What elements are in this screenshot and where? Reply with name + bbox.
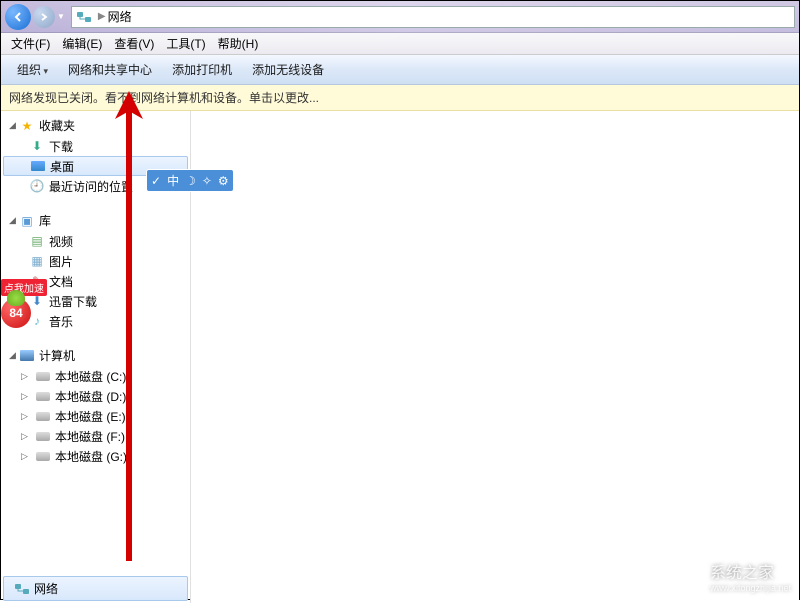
expand-icon: ▷ bbox=[21, 391, 31, 402]
disk-e-label: 本地磁盘 (E:) bbox=[55, 408, 126, 425]
nav-forward-button[interactable] bbox=[33, 6, 55, 28]
sidebar-item-disk-g[interactable]: ▷ 本地磁盘 (G:) bbox=[1, 446, 190, 466]
computer-header[interactable]: ◢ 计算机 bbox=[1, 345, 190, 366]
command-bar: 组织 网络和共享中心 添加打印机 添加无线设备 bbox=[1, 55, 799, 85]
sidebar-item-pictures[interactable]: ▦ 图片 bbox=[1, 251, 190, 271]
video-icon: ▤ bbox=[29, 233, 45, 249]
video-label: 视频 bbox=[49, 233, 73, 250]
network-group: 网络 bbox=[1, 574, 190, 603]
collapse-icon: ◢ bbox=[9, 120, 19, 131]
accelerator-badge[interactable]: 点我加速 84 bbox=[1, 279, 47, 328]
disk-icon bbox=[35, 388, 51, 404]
libraries-header[interactable]: ◢ ▣ 库 bbox=[1, 210, 190, 231]
expand-icon: ▷ bbox=[21, 451, 31, 462]
disk-f-label: 本地磁盘 (F:) bbox=[55, 428, 125, 445]
disk-icon bbox=[35, 368, 51, 384]
info-bar-message: 网络发现已关闭。看不到网络计算机和设备。单击以更改... bbox=[9, 91, 319, 105]
menu-bar: 文件(F) 编辑(E) 查看(V) 工具(T) 帮助(H) bbox=[1, 33, 799, 55]
star-icon: ★ bbox=[19, 118, 35, 134]
watermark: 系统之家 www.xitongzhijia.net bbox=[682, 559, 791, 593]
network-icon bbox=[14, 581, 30, 597]
watermark-url: www.xitongzhijia.net bbox=[710, 583, 791, 593]
sidebar-item-disk-d[interactable]: ▷ 本地磁盘 (D:) bbox=[1, 386, 190, 406]
watermark-text: 系统之家 bbox=[710, 565, 774, 582]
add-printer-button[interactable]: 添加打印机 bbox=[162, 58, 242, 81]
accelerator-number: 84 bbox=[9, 306, 22, 320]
collapse-icon: ◢ bbox=[9, 350, 19, 361]
desktop-icon bbox=[30, 158, 46, 174]
address-location: 网络 bbox=[108, 8, 132, 25]
documents-label: 文档 bbox=[49, 273, 73, 290]
recent-icon: 🕘 bbox=[29, 178, 45, 194]
xunlei-label: 迅雷下载 bbox=[49, 293, 97, 310]
disk-icon bbox=[35, 448, 51, 464]
sidebar-item-network[interactable]: 网络 bbox=[3, 576, 188, 601]
nav-history-dropdown[interactable]: ▼ bbox=[57, 12, 65, 21]
address-bar[interactable]: ▶ 网络 bbox=[71, 6, 795, 28]
sidebar-item-video[interactable]: ▤ 视频 bbox=[1, 231, 190, 251]
sidebar-item-disk-e[interactable]: ▷ 本地磁盘 (E:) bbox=[1, 406, 190, 426]
content-pane bbox=[191, 111, 799, 603]
floating-toolbar[interactable]: ✓ 中 ☽ ✧ ⚙ bbox=[146, 169, 234, 192]
disk-d-label: 本地磁盘 (D:) bbox=[55, 388, 126, 405]
computer-group: ◢ 计算机 ▷ 本地磁盘 (C:) ▷ 本地磁盘 (D:) ▷ 本地磁盘 (E:… bbox=[1, 345, 190, 466]
disk-g-label: 本地磁盘 (G:) bbox=[55, 448, 127, 465]
expand-icon: ▷ bbox=[21, 371, 31, 382]
sidebar-item-disk-c[interactable]: ▷ 本地磁盘 (C:) bbox=[1, 366, 190, 386]
computer-label: 计算机 bbox=[39, 347, 75, 364]
nav-back-button[interactable] bbox=[5, 4, 31, 30]
expand-icon: ▷ bbox=[21, 431, 31, 442]
music-label: 音乐 bbox=[49, 313, 73, 330]
sidebar-item-downloads[interactable]: ⬇ 下载 bbox=[1, 136, 190, 156]
expand-icon: ▷ bbox=[21, 411, 31, 422]
library-icon: ▣ bbox=[19, 213, 35, 229]
sidebar-item-disk-f[interactable]: ▷ 本地磁盘 (F:) bbox=[1, 426, 190, 446]
downloads-label: 下载 bbox=[49, 138, 73, 155]
titlebar: ▼ ▶ 网络 bbox=[1, 1, 799, 33]
collapse-icon: ◢ bbox=[9, 215, 19, 226]
house-icon bbox=[682, 566, 704, 586]
computer-icon bbox=[19, 348, 35, 364]
menu-file[interactable]: 文件(F) bbox=[5, 33, 56, 54]
download-icon: ⬇ bbox=[29, 138, 45, 154]
menu-tools[interactable]: 工具(T) bbox=[160, 33, 211, 54]
explorer-body: ◢ ★ 收藏夹 ⬇ 下载 桌面 🕘 最近访问的位置 ◢ ▣ 库 bbox=[1, 111, 799, 603]
favorites-header[interactable]: ◢ ★ 收藏夹 bbox=[1, 115, 190, 136]
network-label: 网络 bbox=[34, 580, 58, 597]
disk-icon bbox=[35, 428, 51, 444]
disk-c-label: 本地磁盘 (C:) bbox=[55, 368, 126, 385]
widget-gear-icon[interactable]: ⚙ bbox=[218, 174, 229, 188]
add-wireless-button[interactable]: 添加无线设备 bbox=[242, 58, 334, 81]
network-sharing-center-button[interactable]: 网络和共享中心 bbox=[58, 58, 162, 81]
recent-label: 最近访问的位置 bbox=[49, 178, 133, 195]
breadcrumb-separator-icon: ▶ bbox=[98, 11, 106, 22]
pictures-label: 图片 bbox=[49, 253, 73, 270]
accelerator-ball[interactable]: 84 bbox=[1, 298, 31, 328]
libraries-label: 库 bbox=[39, 212, 51, 229]
organize-button[interactable]: 组织 bbox=[7, 58, 58, 81]
widget-sparkle-icon[interactable]: ✧ bbox=[202, 174, 212, 188]
widget-cn-toggle[interactable]: 中 bbox=[167, 172, 179, 189]
menu-help[interactable]: 帮助(H) bbox=[212, 33, 265, 54]
info-bar[interactable]: 网络发现已关闭。看不到网络计算机和设备。单击以更改... bbox=[1, 85, 799, 111]
menu-edit[interactable]: 编辑(E) bbox=[56, 33, 108, 54]
network-icon bbox=[76, 10, 92, 24]
widget-check-icon[interactable]: ✓ bbox=[151, 174, 161, 188]
widget-moon-icon[interactable]: ☽ bbox=[185, 174, 196, 188]
disk-icon bbox=[35, 408, 51, 424]
desktop-label: 桌面 bbox=[50, 158, 74, 175]
menu-view[interactable]: 查看(V) bbox=[108, 33, 160, 54]
pictures-icon: ▦ bbox=[29, 253, 45, 269]
favorites-label: 收藏夹 bbox=[39, 117, 75, 134]
